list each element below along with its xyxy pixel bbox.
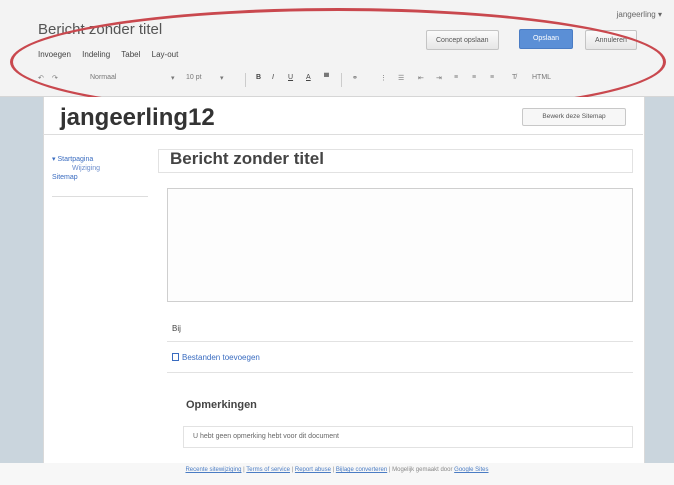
outdent-button[interactable]: ⇤ bbox=[418, 74, 424, 82]
redo-icon[interactable]: ↷ bbox=[52, 74, 58, 82]
add-files-link[interactable]: Bestanden toevoegen bbox=[172, 353, 260, 362]
comments-heading: Opmerkingen bbox=[186, 399, 257, 411]
header-divider bbox=[43, 134, 643, 135]
bold-button[interactable]: B bbox=[256, 74, 261, 81]
menu-insert[interactable]: Invoegen bbox=[38, 50, 71, 59]
style-select[interactable]: Normaal bbox=[90, 74, 116, 81]
footer-link-convert[interactable]: Bijlage converteren bbox=[336, 467, 387, 473]
menu-format[interactable]: Indeling bbox=[82, 50, 110, 59]
chevron-down-icon: ▾ bbox=[657, 10, 662, 19]
font-color-button[interactable]: A bbox=[306, 74, 311, 81]
align-center-button[interactable]: ≡ bbox=[472, 74, 476, 81]
edit-sitemap-button[interactable]: Bewerk deze Sitemap bbox=[522, 108, 626, 126]
chevron-down-icon: ▾ bbox=[220, 75, 224, 82]
align-left-button[interactable]: ≡ bbox=[454, 74, 458, 81]
html-button[interactable]: HTML bbox=[532, 74, 551, 81]
user-name: jangeerling bbox=[616, 10, 656, 19]
menu-bar: Invoegen Indeling Tabel Lay-out bbox=[38, 50, 187, 59]
footer: Recente sitewijziging | Terms of service… bbox=[0, 463, 674, 485]
sidebar-item-sitemap[interactable]: Sitemap bbox=[52, 173, 100, 182]
menu-layout[interactable]: Lay-out bbox=[152, 50, 179, 59]
sidebar-item-label: Startpagina bbox=[57, 156, 94, 163]
undo-icon[interactable]: ↶ bbox=[38, 74, 44, 82]
editor-header: Bericht zonder titel jangeerling ▾ Conce… bbox=[0, 0, 674, 97]
content-editor[interactable] bbox=[167, 188, 633, 302]
bullet-list-button[interactable]: ☰ bbox=[398, 74, 404, 82]
cancel-button[interactable]: Annuleren bbox=[585, 30, 637, 50]
comments-message: U hebt geen opmerking hebt voor dit docu… bbox=[193, 433, 339, 440]
save-draft-button[interactable]: Concept opslaan bbox=[426, 30, 499, 50]
post-title[interactable]: Bericht zonder titel bbox=[170, 149, 324, 169]
formatting-toolbar: ↶ ↷ Normaal ▾ 10 pt ▾ B I U A ▀ ⚭ ⋮ ☰ ⇤ … bbox=[34, 71, 664, 91]
document-title[interactable]: Bericht zonder titel bbox=[38, 21, 162, 38]
link-button[interactable]: ⚭ bbox=[352, 74, 358, 82]
save-button[interactable]: Opslaan bbox=[519, 29, 573, 49]
content-divider bbox=[167, 372, 633, 373]
clear-formatting-button[interactable]: T̸ bbox=[512, 74, 516, 81]
toolbar-divider bbox=[341, 73, 342, 87]
sidebar-divider bbox=[52, 196, 148, 197]
toolbar-divider bbox=[245, 73, 246, 87]
menu-table[interactable]: Tabel bbox=[121, 50, 140, 59]
font-size-select[interactable]: 10 pt bbox=[186, 74, 202, 81]
footer-brand-link[interactable]: Google Sites bbox=[454, 467, 488, 473]
side-background-left bbox=[0, 97, 43, 463]
numbered-list-button[interactable]: ⋮ bbox=[380, 74, 387, 82]
indent-button[interactable]: ⇥ bbox=[436, 74, 442, 82]
footer-link-abuse[interactable]: Report abuse bbox=[295, 467, 331, 473]
sidebar-nav: ▾ Startpagina Wijziging Sitemap bbox=[52, 155, 100, 182]
footer-powered-text: Mogelijk gemaakt door bbox=[392, 467, 453, 473]
attachments-label: Bij bbox=[172, 324, 181, 333]
sidebar-item-change[interactable]: Wijziging bbox=[52, 164, 100, 173]
file-icon bbox=[172, 353, 179, 361]
footer-link-terms[interactable]: Terms of service bbox=[246, 467, 290, 473]
content-divider bbox=[167, 341, 633, 342]
site-title: jangeerling12 bbox=[60, 104, 215, 131]
add-files-label: Bestanden toevoegen bbox=[182, 353, 260, 362]
highlight-button[interactable]: ▀ bbox=[324, 74, 329, 81]
italic-button[interactable]: I bbox=[272, 74, 274, 81]
underline-button[interactable]: U bbox=[288, 74, 293, 81]
side-background-right bbox=[643, 97, 674, 463]
footer-link-recent[interactable]: Recente sitewijziging bbox=[185, 467, 241, 473]
sidebar-item-home[interactable]: ▾ Startpagina bbox=[52, 155, 100, 164]
chevron-down-icon: ▾ bbox=[171, 75, 175, 82]
user-menu[interactable]: jangeerling ▾ bbox=[617, 10, 662, 19]
align-right-button[interactable]: ≡ bbox=[490, 74, 494, 81]
